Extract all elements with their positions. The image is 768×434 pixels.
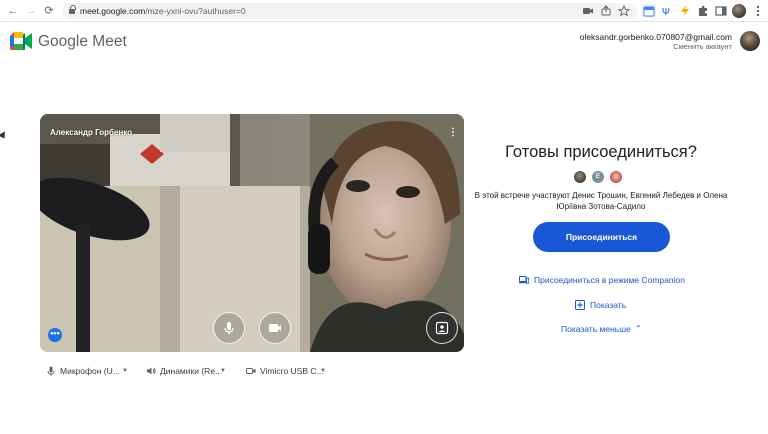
url-text[interactable]: meet.google.com/mze-yxni-ovu?authuser=0 (80, 5, 246, 17)
mouse-cursor-icon (0, 131, 8, 141)
profile-avatar-icon[interactable] (732, 4, 746, 18)
account-info: oleksandr.gorbenko.070807@gmail.com Смен… (580, 32, 732, 52)
extension-calendar-icon[interactable] (642, 4, 656, 18)
svg-text:Ψ: Ψ (662, 7, 670, 18)
browser-menu-icon[interactable] (751, 4, 765, 18)
switch-account-link[interactable]: Сменить аккаунт (580, 42, 732, 52)
account-avatar[interactable] (740, 31, 760, 51)
participant-avatar: Е (591, 170, 605, 184)
address-bar[interactable]: meet.google.com/mze-yxni-ovu?authuser=0 (62, 3, 637, 19)
brand-meet: Meet (92, 33, 127, 50)
speaker-icon (147, 367, 156, 375)
participant-avatar (609, 170, 623, 184)
extension-lightning-icon[interactable] (678, 4, 692, 18)
portrait-effects-icon (435, 321, 449, 335)
microphone-toggle-button[interactable] (213, 312, 245, 344)
present-screen-icon (575, 300, 585, 310)
camera-in-use-icon[interactable] (582, 5, 594, 17)
share-icon[interactable] (600, 5, 612, 17)
camera-toggle-button[interactable] (259, 312, 291, 344)
show-less-label: Показать меньше (561, 324, 631, 334)
camera-feed-image (40, 114, 464, 352)
microphone-icon (47, 366, 55, 376)
google-meet-wordmark[interactable]: Google Meet (38, 33, 127, 51)
more-options-icon[interactable]: ⋮ (448, 126, 458, 140)
effects-dots-button[interactable]: ••• (48, 328, 62, 342)
participants-text: В этой встрече участвуют Денис Трошин, Е… (474, 191, 728, 211)
video-camera-icon (246, 368, 256, 374)
present-label: Показать (590, 300, 627, 310)
visual-effects-button[interactable] (426, 312, 458, 344)
extension-translate-icon[interactable]: Ψ (660, 4, 674, 18)
ready-to-join-title: Готовы присоединиться? (505, 143, 697, 161)
side-panel-icon[interactable] (714, 4, 728, 18)
camera-preview: Александр Горбенко ⋮ ••• (40, 114, 464, 352)
chevron-down-icon: ▼ (122, 368, 128, 374)
camera-select[interactable]: Vimicro USB C... ▼ (246, 364, 336, 378)
chevron-down-icon: ▼ (320, 368, 326, 374)
participant-avatar (573, 170, 587, 184)
chevron-up-icon: ⌃ (635, 324, 642, 333)
show-less-toggle[interactable]: Показать меньше ⌃ (561, 323, 642, 335)
self-name-label: Александр Горбенко (50, 128, 133, 137)
speaker-select-label: Динамики (Re... (160, 366, 223, 376)
microphone-icon (224, 322, 234, 335)
google-meet-logo-icon[interactable] (10, 32, 32, 50)
back-icon[interactable]: ← (6, 4, 20, 18)
chevron-down-icon: ▼ (220, 368, 226, 374)
join-companion-label: Присоединиться в режиме Companion (534, 275, 685, 285)
browser-toolbar: ← → ⟳ meet.google.com/mze-yxni-ovu?authu… (0, 0, 768, 22)
camera-select-label: Vimicro USB C... (260, 366, 324, 376)
reload-icon[interactable]: ⟳ (42, 4, 56, 18)
brand-google: Google (38, 33, 88, 50)
lock-icon[interactable] (69, 5, 76, 14)
companion-devices-icon (519, 276, 529, 284)
bookmark-star-icon[interactable] (617, 4, 631, 17)
video-camera-icon (269, 324, 281, 332)
microphone-select-label: Микрофон (U... (60, 366, 120, 376)
join-button[interactable]: Присоединиться (533, 222, 670, 252)
microphone-select[interactable]: Микрофон (U... ▼ (46, 364, 136, 378)
speaker-select[interactable]: Динамики (Re... ▼ (146, 364, 236, 378)
account-email: oleksandr.gorbenko.070807@gmail.com (579, 32, 732, 42)
extensions-puzzle-icon[interactable] (696, 4, 710, 18)
forward-icon[interactable]: → (24, 4, 38, 18)
